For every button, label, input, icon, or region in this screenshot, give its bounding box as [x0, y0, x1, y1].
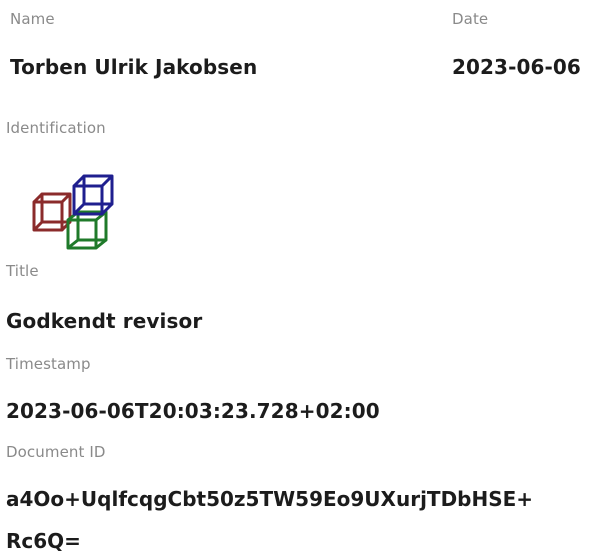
title-label: Title — [6, 262, 39, 280]
identification-label: Identification — [6, 119, 106, 137]
document-id-line-2: Rc6Q= — [6, 529, 81, 553]
timestamp-label: Timestamp — [6, 355, 91, 373]
cubes-logo-icon — [30, 172, 118, 256]
timestamp-value: 2023-06-06T20:03:23.728+02:00 — [6, 399, 380, 423]
document-id-label: Document ID — [6, 443, 106, 461]
date-value: 2023-06-06 — [452, 55, 581, 79]
title-value: Godkendt revisor — [6, 309, 203, 333]
name-label: Name — [10, 10, 55, 28]
document-id-line-1: a4Oo+UqlfcqgCbt50z5TW59Eo9UXurjTDbHSE+ — [6, 487, 534, 511]
date-label: Date — [452, 10, 489, 28]
name-value: Torben Ulrik Jakobsen — [10, 55, 258, 79]
